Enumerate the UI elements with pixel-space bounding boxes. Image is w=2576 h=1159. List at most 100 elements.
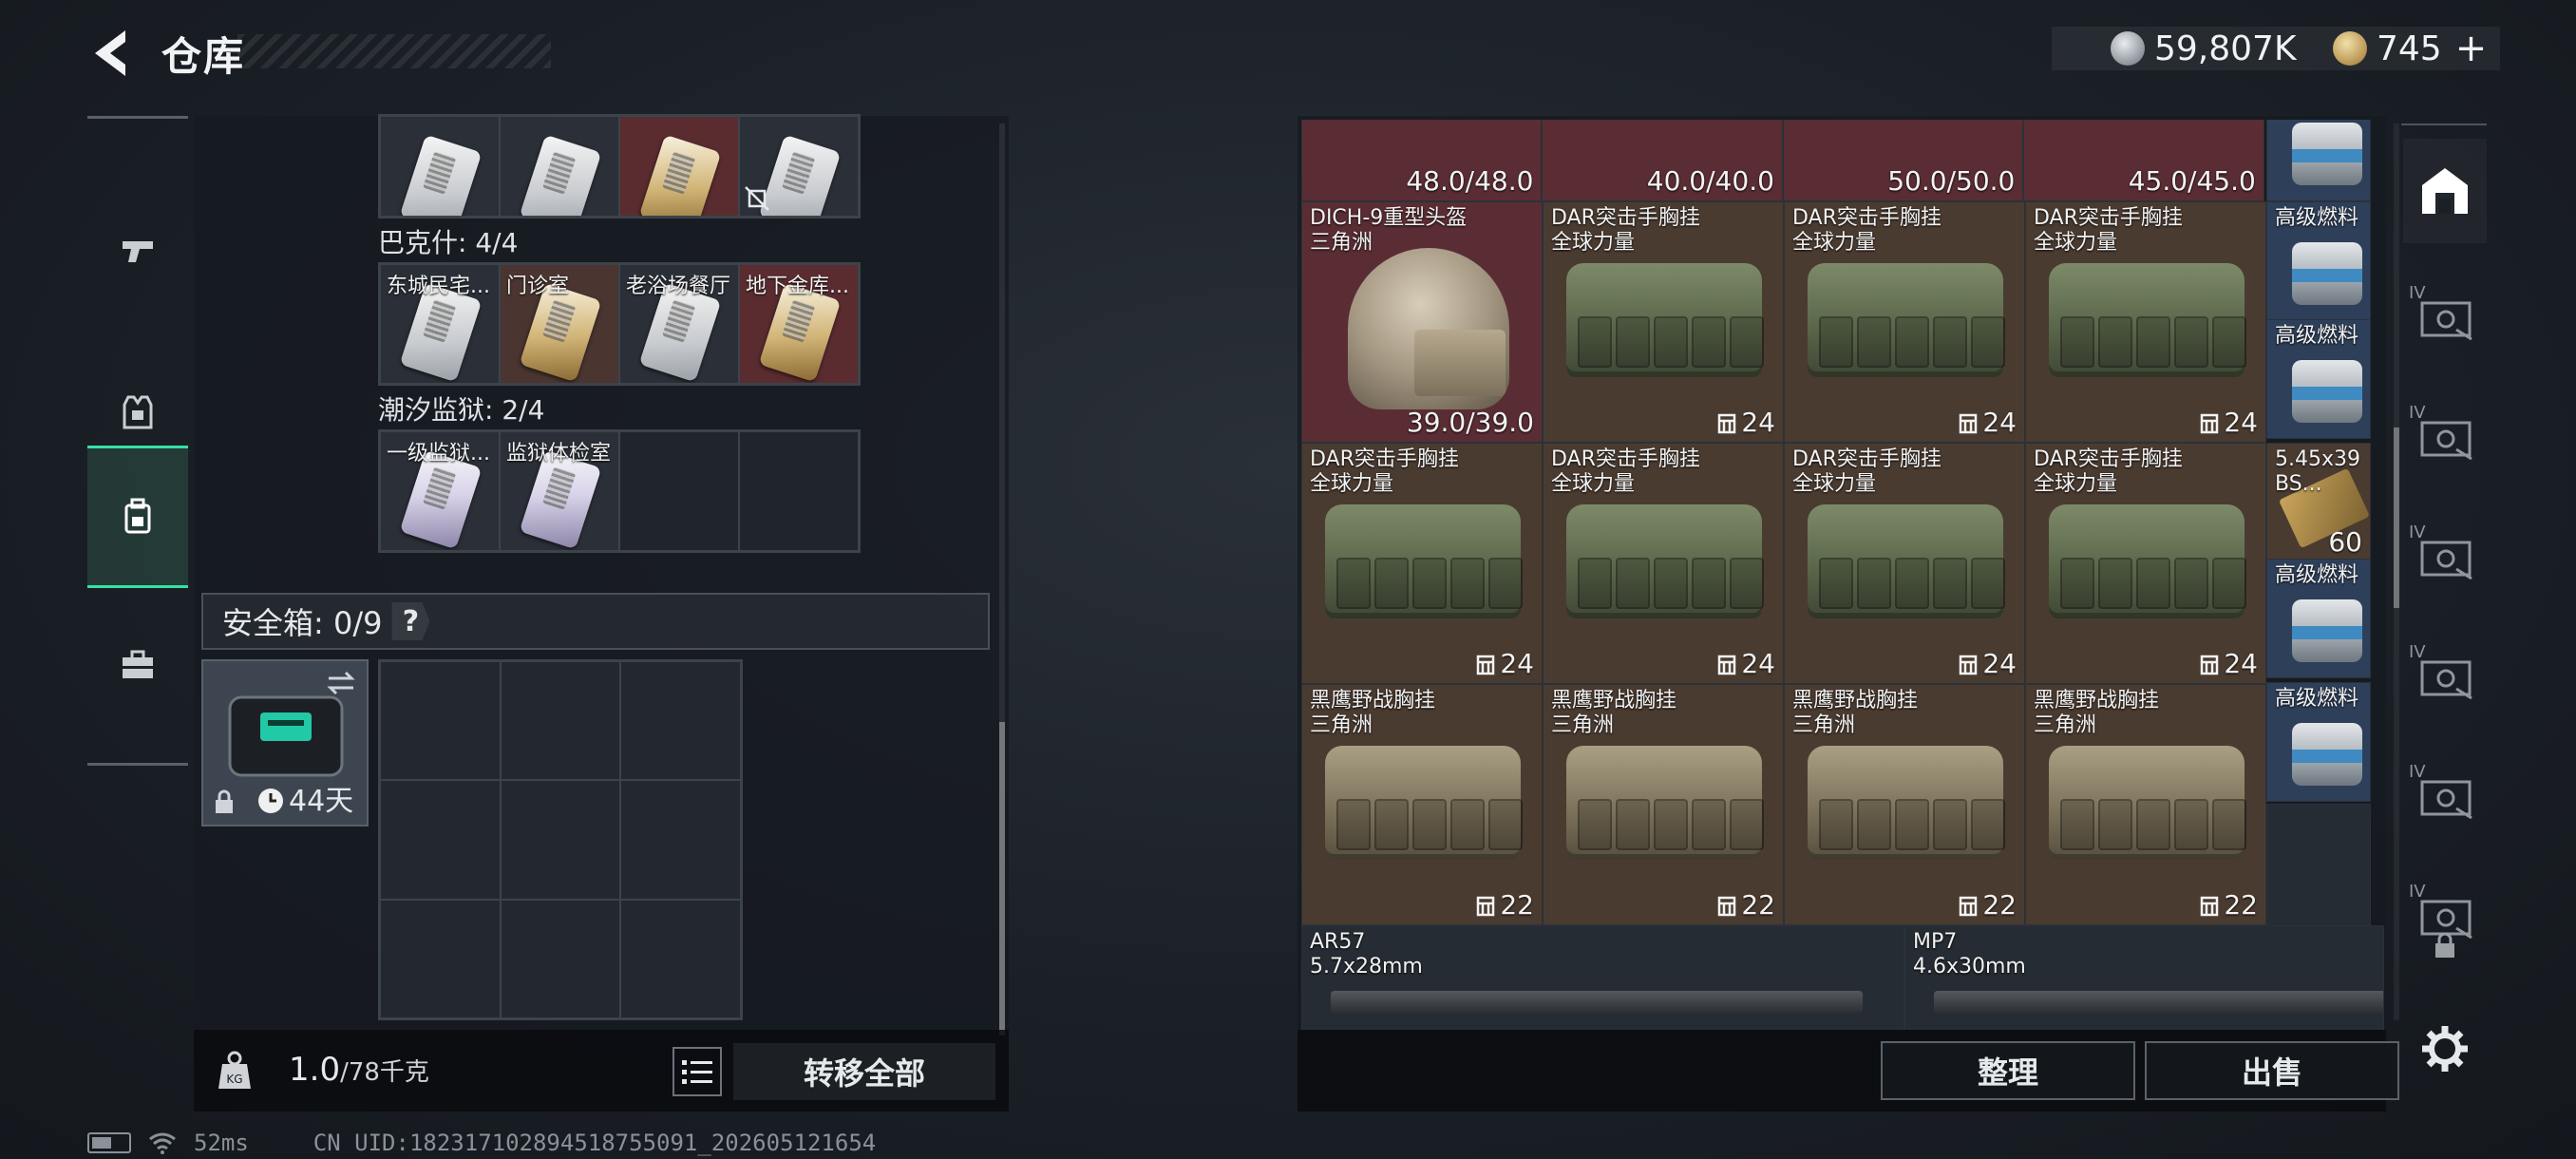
- key-card-slot[interactable]: [380, 116, 500, 217]
- storage-tab-tier: IV: [2409, 642, 2426, 662]
- keycard-chip: [423, 151, 457, 195]
- item-faction: 全球力量: [1310, 472, 1394, 496]
- chest-rig-item[interactable]: DAR突击手胸挂 全球力量 24: [2025, 201, 2266, 443]
- capacity-readout: 22: [1716, 889, 1775, 921]
- safe-slot[interactable]: [380, 780, 501, 900]
- item-caliber: 4.6x30mm: [1913, 955, 2026, 978]
- swap-icon[interactable]: [325, 669, 357, 697]
- safe-slot[interactable]: [620, 899, 741, 1018]
- fuel-can-image: [2292, 242, 2362, 305]
- capacity-value: 24: [1500, 648, 1534, 679]
- fuel-label-band: [2292, 149, 2362, 162]
- chest-rig-item[interactable]: 黑鹰野战胸挂 三角洲 22: [1543, 684, 1784, 925]
- key-card-slot[interactable]: 监狱体检室: [500, 431, 619, 551]
- right-bottom-bar: 整理 出售: [1297, 1030, 2399, 1112]
- storage-tab[interactable]: IV: [2403, 384, 2487, 488]
- item-title: 黑鹰野战胸挂: [2034, 689, 2160, 712]
- left-scrollbar-thumb[interactable]: [999, 722, 1005, 1036]
- transfer-all-button[interactable]: 转移全部: [733, 1043, 995, 1100]
- list-view-button[interactable]: [672, 1047, 722, 1096]
- weapon-item[interactable]: MP7 4.6x30mm: [1904, 925, 2384, 1030]
- title-decoration: [237, 34, 551, 68]
- page-title: 仓库: [161, 33, 246, 80]
- safe-box-item[interactable]: 44天: [201, 659, 369, 826]
- wifi-icon: [149, 1132, 176, 1154]
- chest-rig-item[interactable]: DAR突击手胸挂 全球力量 24: [1784, 201, 2025, 443]
- chest-rig-item[interactable]: 黑鹰野战胸挂 三角洲 22: [2025, 684, 2266, 925]
- help-button[interactable]: ?: [391, 602, 430, 640]
- item-name: DAR突击手胸挂 全球力量: [1551, 206, 1700, 256]
- chest-rig-item[interactable]: DAR突击手胸挂 全球力量 24: [1543, 201, 1784, 443]
- safe-slot[interactable]: [500, 661, 621, 781]
- key-card-slot[interactable]: 一级监狱...: [380, 431, 500, 551]
- rig-pouch: [2060, 558, 2094, 609]
- chest-rig-item[interactable]: DAR突击手胸挂 全球力量 24: [2025, 443, 2266, 684]
- armor-item[interactable]: 40.0/40.0: [1542, 120, 1783, 201]
- rig-pouch: [1933, 558, 1967, 609]
- key-card-slot[interactable]: 地下金库...: [739, 264, 859, 384]
- armor-item[interactable]: 48.0/48.0: [1301, 120, 1543, 201]
- durability-value: 50.0/50.0: [1887, 165, 2016, 197]
- fuel-item[interactable]: 高级燃料: [2266, 319, 2371, 439]
- fuel-item[interactable]: 高级燃料: [2266, 682, 2371, 802]
- organize-button[interactable]: 整理: [1881, 1041, 2135, 1100]
- armor-item[interactable]: 45.0/45.0: [2023, 120, 2264, 201]
- chest-rig-item[interactable]: DAR突击手胸挂 全球力量 24: [1301, 443, 1543, 684]
- key-card-slot[interactable]: 东城民宅...: [380, 264, 500, 384]
- category-toolbox[interactable]: [87, 594, 188, 736]
- capacity-icon: [1718, 896, 1736, 916]
- safe-slot[interactable]: [500, 780, 621, 900]
- sell-button[interactable]: 出售: [2145, 1041, 2399, 1100]
- item-title: 黑鹰野战胸挂: [1310, 689, 1436, 712]
- weapon-item[interactable]: AR57 5.7x28mm: [1301, 925, 1904, 1030]
- key-card-slot[interactable]: [500, 116, 619, 217]
- key-card-slot[interactable]: 门诊室: [500, 264, 619, 384]
- fuel-item[interactable]: 高级燃料: [2266, 201, 2371, 321]
- storage-tab[interactable]: IV: [2403, 743, 2487, 847]
- safe-slot[interactable]: [380, 899, 501, 1018]
- armor-item[interactable]: 50.0/50.0: [1782, 120, 2024, 201]
- safe-slot[interactable]: [380, 661, 501, 781]
- storage-tab-main[interactable]: [2403, 139, 2487, 243]
- item-title: 高级燃料: [2275, 324, 2359, 348]
- rig-pouch: [1450, 799, 1485, 850]
- category-weapons[interactable]: [87, 180, 188, 322]
- capacity-icon: [1960, 655, 1978, 674]
- capacity-icon: [1477, 896, 1495, 916]
- item-title: 高级燃料: [2275, 206, 2359, 230]
- chest-rig-image: [1325, 504, 1523, 618]
- storage-tab[interactable]: IV: [2403, 623, 2487, 728]
- safe-slot[interactable]: [500, 899, 621, 1018]
- chest-rig-item[interactable]: DAR突击手胸挂 全球力量 24: [1784, 443, 2025, 684]
- gear-icon[interactable]: [2420, 1024, 2470, 1074]
- fuel-item[interactable]: [2266, 120, 2371, 201]
- storage-tab[interactable]: IV: [2403, 504, 2487, 608]
- helmet-item[interactable]: DICH-9重型头盔 三角洲 39.0/39.0: [1301, 201, 1543, 443]
- key-card-slot[interactable]: 老浴场餐厅: [619, 264, 739, 384]
- right-scrollbar-thumb[interactable]: [2394, 428, 2399, 608]
- item-faction: 全球力量: [2034, 231, 2118, 255]
- chest-rig-image: [1325, 746, 1523, 860]
- ammo-item[interactable]: 5.45x39 BS... 60: [2266, 443, 2371, 562]
- category-backpack[interactable]: [87, 446, 188, 588]
- key-card-slot[interactable]: [619, 116, 739, 217]
- chest-rig-item[interactable]: DAR突击手胸挂 全球力量 24: [1543, 443, 1784, 684]
- back-icon[interactable]: [87, 27, 135, 80]
- capacity-value: 24: [1741, 648, 1775, 679]
- rig-pouch: [1616, 316, 1650, 368]
- rig-pouch: [1971, 558, 2005, 609]
- capacity-readout: 24: [2199, 407, 2258, 438]
- safe-slot[interactable]: [620, 780, 741, 900]
- chest-rig-item[interactable]: 黑鹰野战胸挂 三角洲 22: [1301, 684, 1543, 925]
- add-currency-button[interactable]: +: [2455, 27, 2488, 70]
- item-title: AR57: [1310, 930, 1366, 954]
- safe-slot[interactable]: [620, 661, 741, 781]
- item-faction: 三角洲: [2034, 713, 2097, 737]
- rig-pouch: [1933, 799, 1967, 850]
- rig-pouch: [1819, 558, 1853, 609]
- storage-tab[interactable]: IV: [2403, 264, 2487, 369]
- fuel-item[interactable]: 高级燃料: [2266, 559, 2371, 678]
- key-card-slot[interactable]: [739, 116, 859, 217]
- chest-rig-item[interactable]: 黑鹰野战胸挂 三角洲 22: [1784, 684, 2025, 925]
- keycard-chip: [782, 151, 816, 195]
